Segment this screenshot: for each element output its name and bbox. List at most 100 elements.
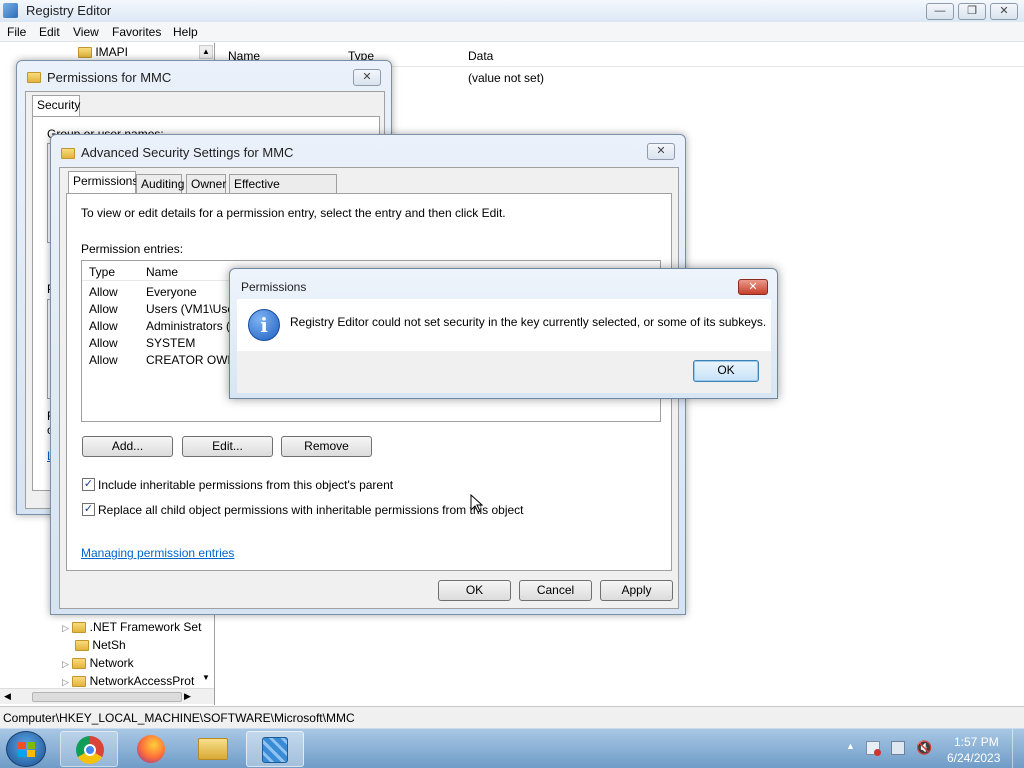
status-bar: Computer\HKEY_LOCAL_MACHINE\SOFTWARE\Mic… xyxy=(0,706,1024,728)
show-desktop-button[interactable] xyxy=(1012,729,1024,768)
action-center-icon[interactable] xyxy=(866,741,881,756)
row-type: Allow xyxy=(89,319,118,333)
chrome-icon xyxy=(76,736,104,764)
taskbar-firefox[interactable] xyxy=(122,731,180,767)
regedit-titlebar: Registry Editor — ❐ ✕ xyxy=(0,0,1024,22)
menu-favorites[interactable]: Favorites xyxy=(112,25,161,39)
tree-item-label: NetworkAccessProt xyxy=(89,674,195,688)
windows-logo-icon xyxy=(18,742,36,758)
volume-muted-icon[interactable]: 🔇 xyxy=(916,740,932,756)
col-entry-name[interactable]: Name xyxy=(146,265,178,279)
col-data[interactable]: Data xyxy=(468,49,493,63)
tab-security-label: Security xyxy=(37,98,81,112)
edit-button[interactable]: Edit... xyxy=(182,436,273,457)
scroll-right-arrow[interactable]: ▶ xyxy=(184,691,191,702)
regedit-app-icon xyxy=(3,3,18,18)
tree-item-imapi[interactable]: IMAPI xyxy=(78,45,128,59)
row-type: Allow xyxy=(89,285,118,299)
msg-footer xyxy=(237,351,771,393)
row-type: Allow xyxy=(89,302,118,316)
adv-cancel-button[interactable]: Cancel xyxy=(519,580,592,601)
msg-text: Registry Editor could not set security i… xyxy=(290,315,767,329)
perm-mmc-title: Permissions for MMC xyxy=(47,70,172,85)
tab-permissions-label: Permissions xyxy=(73,174,139,188)
restore-button[interactable]: ❐ xyxy=(958,3,986,20)
regedit-icon xyxy=(262,737,288,763)
tab-owner-label: Owner xyxy=(191,177,227,191)
mouse-cursor xyxy=(470,494,484,513)
firefox-icon xyxy=(137,735,165,763)
tree-hscrollbar[interactable]: ◀ ▶ xyxy=(0,688,214,704)
include-inheritable-checkbox[interactable]: ✓ xyxy=(82,478,95,491)
status-path: Computer\HKEY_LOCAL_MACHINE\SOFTWARE\Mic… xyxy=(3,711,355,725)
tab-auditing[interactable]: Auditing xyxy=(136,174,185,194)
tree-item-nap[interactable]: ▷ NetworkAccessProt xyxy=(62,674,197,688)
tab-auditing-label: Auditing xyxy=(141,177,185,191)
menu-edit[interactable]: Edit xyxy=(39,25,60,39)
tree-item-network[interactable]: ▷ Network xyxy=(62,656,134,670)
taskbar-regedit[interactable] xyxy=(246,731,304,767)
close-button[interactable]: ✕ xyxy=(990,3,1018,20)
adv-title: Advanced Security Settings for MMC xyxy=(81,145,294,160)
msg-close-button[interactable]: ✕ xyxy=(738,279,768,295)
tree-scroll-up[interactable]: ▲ xyxy=(199,45,213,59)
tree-item-label: Network xyxy=(89,656,134,670)
tab-owner[interactable]: Owner xyxy=(186,174,226,194)
regedit-title: Registry Editor xyxy=(26,3,112,18)
managing-permissions-link[interactable]: Managing permission entries xyxy=(81,546,234,560)
msg-title: Permissions xyxy=(241,280,307,294)
entries-label: Permission entries: xyxy=(81,242,184,256)
menu-bar: File Edit View Favorites Help xyxy=(0,22,1024,42)
adv-apply-button[interactable]: Apply xyxy=(600,580,673,601)
tree-scroll-down[interactable]: ▼ xyxy=(199,672,213,686)
tree-item-netsh[interactable]: NetSh xyxy=(75,638,126,652)
tree-item-netfx[interactable]: ▷ .NET Framework Set xyxy=(62,620,201,634)
remove-button[interactable]: Remove xyxy=(281,436,372,457)
folder-icon xyxy=(72,676,87,688)
menu-view[interactable]: View xyxy=(73,25,99,39)
clock-time[interactable]: 1:57 PM xyxy=(954,735,999,749)
folder-icon xyxy=(27,70,41,84)
row-name: Everyone xyxy=(146,285,197,299)
folder-icon xyxy=(72,622,87,634)
msg-ok-button[interactable]: OK xyxy=(693,360,759,382)
permissions-message-box: Permissions ✕ i Registry Editor could no… xyxy=(229,268,778,399)
adv-close-button[interactable]: ✕ xyxy=(647,143,675,160)
replace-child-checkbox[interactable]: ✓ xyxy=(82,503,95,516)
scroll-left-arrow[interactable]: ◀ xyxy=(4,691,11,702)
info-icon: i xyxy=(248,309,280,341)
taskbar-chrome[interactable] xyxy=(60,731,118,767)
tab-security[interactable]: Security xyxy=(32,95,80,118)
tree-item-label: NetSh xyxy=(92,638,126,652)
folder-icon xyxy=(78,47,92,59)
tab-effective-permissions[interactable]: Effective Permissions xyxy=(229,174,337,210)
adv-ok-button[interactable]: OK xyxy=(438,580,511,601)
show-hidden-icons-icon[interactable]: ▲ xyxy=(846,741,855,751)
folder-icon xyxy=(198,738,228,760)
intro-text: To view or edit details for a permission… xyxy=(81,206,506,220)
folder-icon xyxy=(75,640,89,652)
row-type: Allow xyxy=(89,353,118,367)
clock-date[interactable]: 6/24/2023 xyxy=(947,751,1000,765)
folder-icon xyxy=(61,146,75,160)
tree-item-label: IMAPI xyxy=(95,45,129,59)
include-inheritable-label: Include inheritable permissions from thi… xyxy=(98,478,394,492)
folder-icon xyxy=(72,658,87,670)
value-data-cell: (value not set) xyxy=(468,71,545,85)
start-button[interactable] xyxy=(6,731,46,767)
row-type: Allow xyxy=(89,336,118,350)
replace-child-label: Replace all child object permissions wit… xyxy=(98,503,524,517)
tab-permissions[interactable]: Permissions xyxy=(68,171,139,194)
menu-help[interactable]: Help xyxy=(173,25,198,39)
network-icon[interactable] xyxy=(891,741,905,755)
taskbar: ▲ 🔇 1:57 PM 6/24/2023 xyxy=(0,728,1024,768)
add-button[interactable]: Add... xyxy=(82,436,173,457)
minimize-button[interactable]: — xyxy=(926,3,954,20)
msg-body: i Registry Editor could not set security… xyxy=(237,299,771,351)
tree-item-label: .NET Framework Set xyxy=(89,620,202,634)
perm-mmc-close-button[interactable]: ✕ xyxy=(353,69,381,86)
hscroll-thumb[interactable] xyxy=(32,692,182,702)
col-entry-type[interactable]: Type xyxy=(89,265,115,279)
taskbar-explorer[interactable] xyxy=(184,731,242,767)
menu-file[interactable]: File xyxy=(7,25,26,39)
